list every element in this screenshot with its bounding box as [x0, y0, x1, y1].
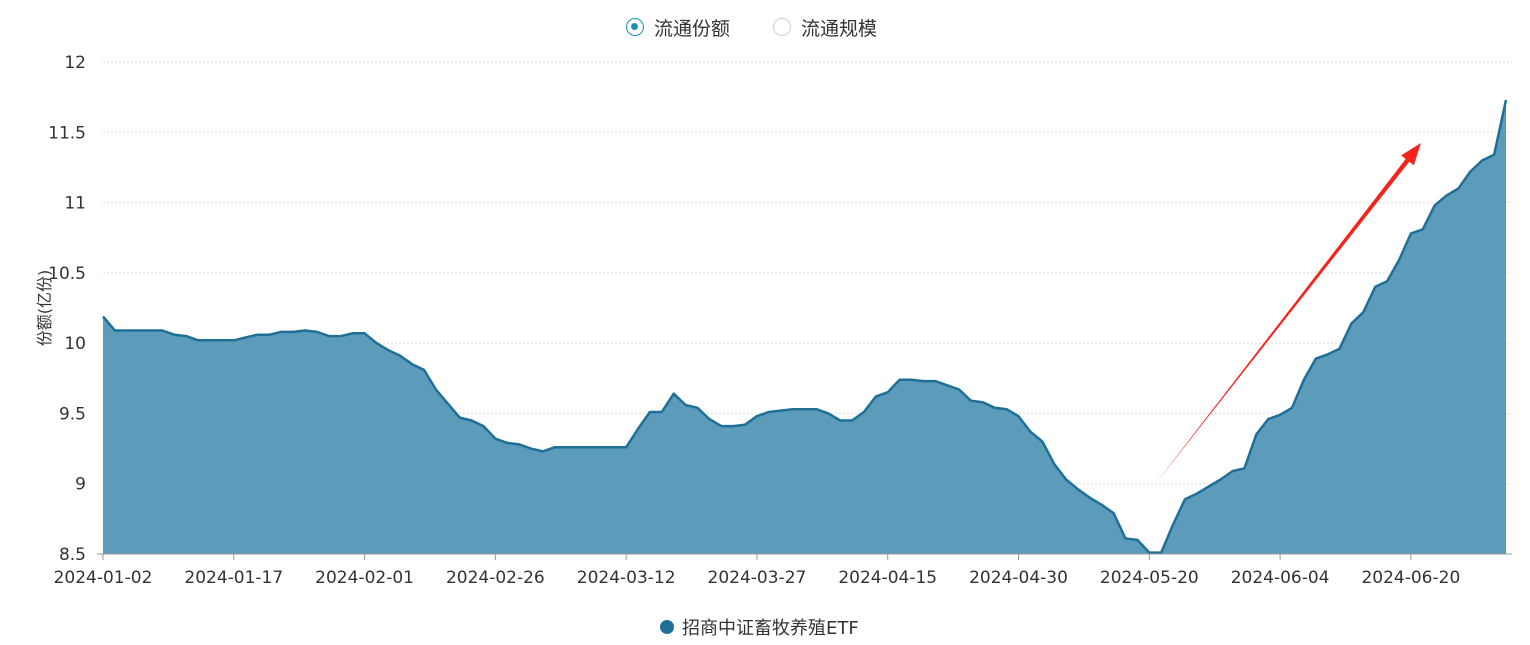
x-tick-label: 2024-03-27 — [708, 568, 807, 588]
legend-series-label: 招商中证畜牧养殖ETF — [682, 618, 859, 639]
x-tick-label: 2024-03-12 — [577, 568, 676, 588]
y-tick-label: 11 — [64, 194, 86, 214]
x-tick-label: 2024-04-15 — [838, 568, 937, 588]
area-chart: 8.599.51010.51111.512份额(亿份)2024-01-02 202… — [35, 53, 1512, 588]
y-tick-label: 10 — [64, 334, 86, 354]
y-tick-label: 12 — [64, 53, 86, 73]
y-tick-label: 9 — [75, 475, 86, 495]
x-tick-label: 2024-06-20 — [1361, 568, 1460, 588]
y-tick-label: 11.5 — [48, 123, 86, 143]
y-axis-label: 份额(亿份) — [35, 270, 54, 347]
legend[interactable]: 招商中证畜牧养殖ETF — [660, 614, 859, 640]
x-tick-label: 2024-02-01 — [315, 568, 414, 588]
x-tick-label: 2024-01-02 — [54, 568, 153, 588]
x-tick-label: 2024-01-17 — [184, 568, 283, 588]
x-tick-label: 2024-06-04 — [1231, 568, 1330, 588]
y-tick-label: 8.5 — [59, 545, 86, 565]
legend-series-marker — [660, 620, 674, 634]
series-area — [103, 100, 1506, 554]
x-tick-label: 2024-04-30 — [969, 568, 1068, 588]
x-tick-label: 2024-05-20 — [1100, 568, 1199, 588]
x-tick-label: 2024-02-26 — [446, 568, 545, 588]
y-tick-label: 9.5 — [59, 404, 86, 424]
